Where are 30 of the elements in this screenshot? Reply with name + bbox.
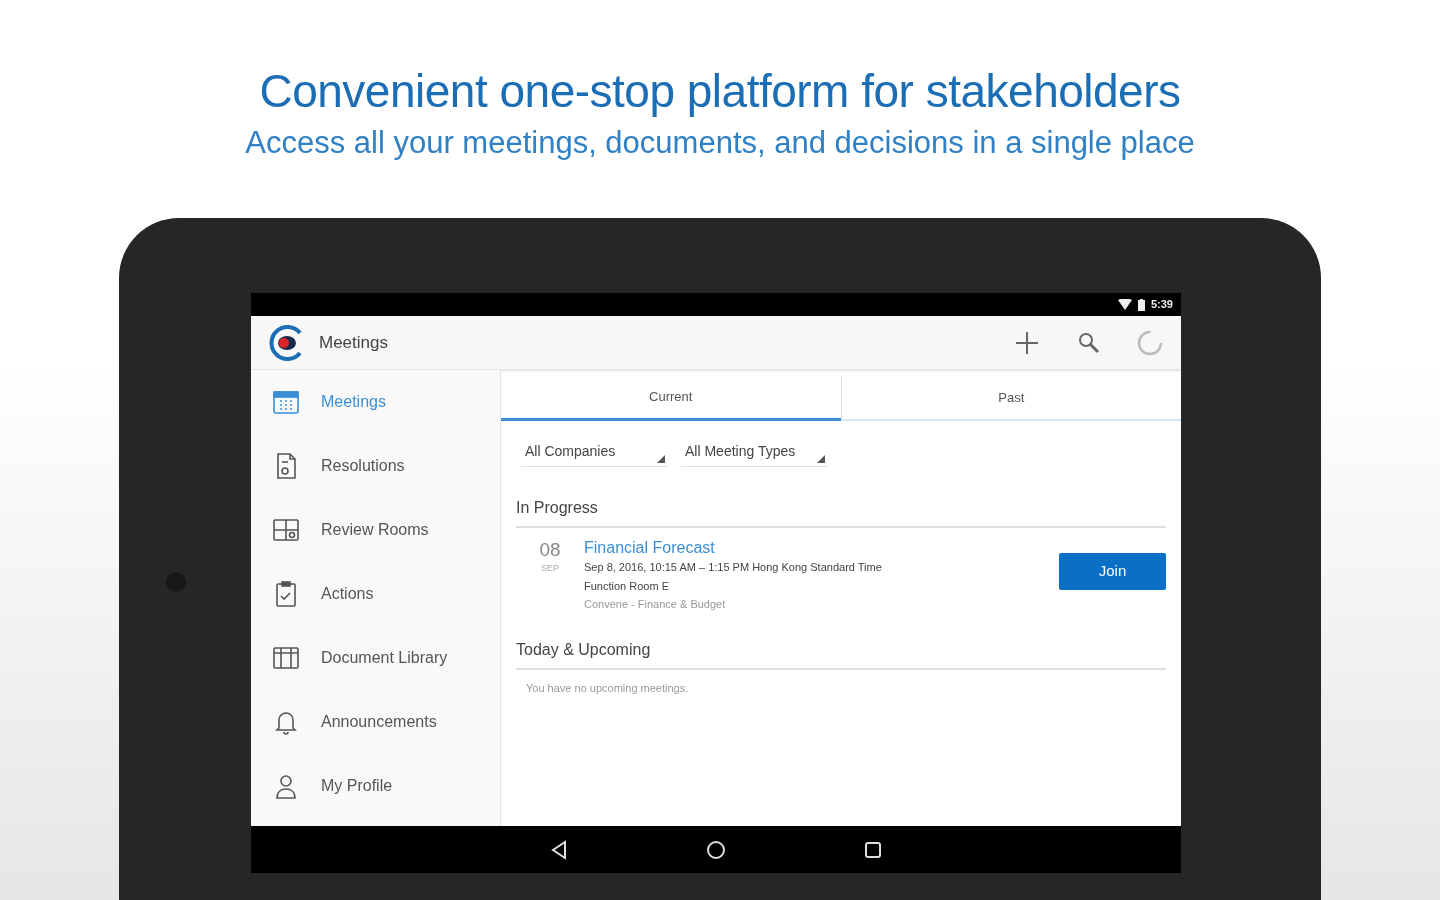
dropdown-corner-icon: [657, 455, 665, 463]
section-heading: In Progress: [516, 496, 1166, 528]
meeting-location: Function Room E: [584, 579, 670, 594]
sidebar-item[interactable]: Announcements: [251, 690, 500, 754]
loading-spinner-icon: [1137, 329, 1163, 356]
headline: Convenient one-stop platform for stakeholders: [259, 64, 1181, 119]
status-time: 5:39: [1150, 297, 1173, 313]
sidebar-item[interactable]: Document Library: [251, 626, 500, 690]
tab[interactable]: Past: [840, 376, 1181, 419]
sidebar-item[interactable]: My Profile: [251, 754, 500, 818]
empty-message: You have no upcoming meetings.: [526, 681, 690, 696]
sidebar-item[interactable]: Actions: [251, 562, 500, 626]
meeting-title-link[interactable]: Financial Forecast: [584, 538, 882, 558]
dropdown-corner-icon: [817, 455, 825, 463]
filter-dropdown[interactable]: All Meeting Types: [681, 439, 827, 467]
battery-icon: [1137, 298, 1145, 311]
home-button[interactable]: [705, 838, 727, 861]
meeting-time: Sep 8, 2016, 10:15 AM – 1:15 PM Hong Kong Standard Time: [584, 560, 882, 575]
meeting-group: Convene - Finance & Budget: [584, 595, 882, 614]
date-month: SEP: [541, 562, 559, 575]
date-day: 08: [539, 538, 561, 562]
section-heading: Today & Upcoming: [516, 638, 1166, 670]
wifi-icon: [1117, 299, 1132, 310]
join-button[interactable]: Join: [1059, 553, 1166, 590]
filter-dropdown[interactable]: All Companies: [521, 439, 667, 467]
app-title: Meetings: [319, 331, 388, 354]
subheadline: Access all your meetings, documents, and decisions in a single place: [245, 124, 1195, 162]
sidebar-item[interactable]: Resolutions: [251, 434, 500, 498]
sidebar-item[interactable]: Review Rooms: [251, 498, 500, 562]
tab[interactable]: Current: [501, 376, 841, 421]
